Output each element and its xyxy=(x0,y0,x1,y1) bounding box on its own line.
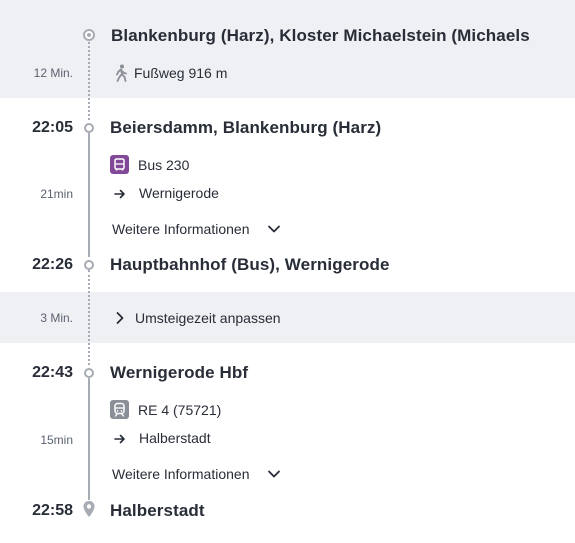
transfer-section-band xyxy=(0,292,575,343)
chevron-right-icon[interactable] xyxy=(115,311,125,325)
origin-stop-icon xyxy=(83,29,95,41)
leg1-departure-time: 22:05 xyxy=(32,119,73,136)
chevron-down-icon[interactable] xyxy=(267,224,281,234)
walk-timeline xyxy=(88,42,90,120)
leg1-line-name: Bus 230 xyxy=(138,157,190,173)
transfer-timeline xyxy=(88,270,90,365)
transfer-duration: 3 Min. xyxy=(40,311,73,325)
destination-stop[interactable]: Halberstadt xyxy=(110,501,205,521)
leg2-line-name: RE 4 (75721) xyxy=(138,402,222,418)
leg1-more-info-link[interactable]: Weitere Informationen xyxy=(112,221,249,237)
chevron-down-icon[interactable] xyxy=(267,469,281,479)
walk-icon xyxy=(116,64,127,82)
arrow-right-icon xyxy=(114,189,125,199)
adjust-transfer-time-link[interactable]: Umsteigezeit anpassen xyxy=(135,310,281,326)
leg2-departure-stop[interactable]: Wernigerode Hbf xyxy=(110,363,248,383)
bus-icon xyxy=(110,155,129,174)
train-icon xyxy=(110,400,129,419)
walk-label: Fußweg 916 m xyxy=(134,65,228,81)
leg2-departure-time: 22:43 xyxy=(32,364,73,381)
leg1-arrival-stop[interactable]: Hauptbahnhof (Bus), Wernigerode xyxy=(110,255,390,275)
leg1-departure-stop[interactable]: Beiersdamm, Blankenburg (Harz) xyxy=(110,118,381,138)
leg2-direction: Halberstadt xyxy=(139,430,211,446)
leg2-more-info-link[interactable]: Weitere Informationen xyxy=(112,466,249,482)
leg2-departure-stop-icon xyxy=(84,368,94,378)
leg2-duration: 15min xyxy=(40,433,73,447)
leg1-departure-stop-icon xyxy=(84,123,94,133)
arrow-right-icon xyxy=(114,434,125,444)
leg1-arrival-stop-icon xyxy=(84,260,94,270)
leg1-duration: 21min xyxy=(40,187,73,201)
destination-pin-icon xyxy=(83,501,95,517)
leg2-arrival-time: 22:58 xyxy=(32,502,73,519)
bus-timeline xyxy=(88,133,90,257)
origin-stop-name[interactable]: Blankenburg (Harz), Kloster Michaelstein… xyxy=(111,26,530,46)
leg1-arrival-time: 22:26 xyxy=(32,256,73,273)
leg1-direction: Wernigerode xyxy=(139,185,219,201)
train-timeline xyxy=(88,378,90,500)
walk-duration: 12 Min. xyxy=(33,66,73,80)
walk-section-band xyxy=(0,0,575,98)
